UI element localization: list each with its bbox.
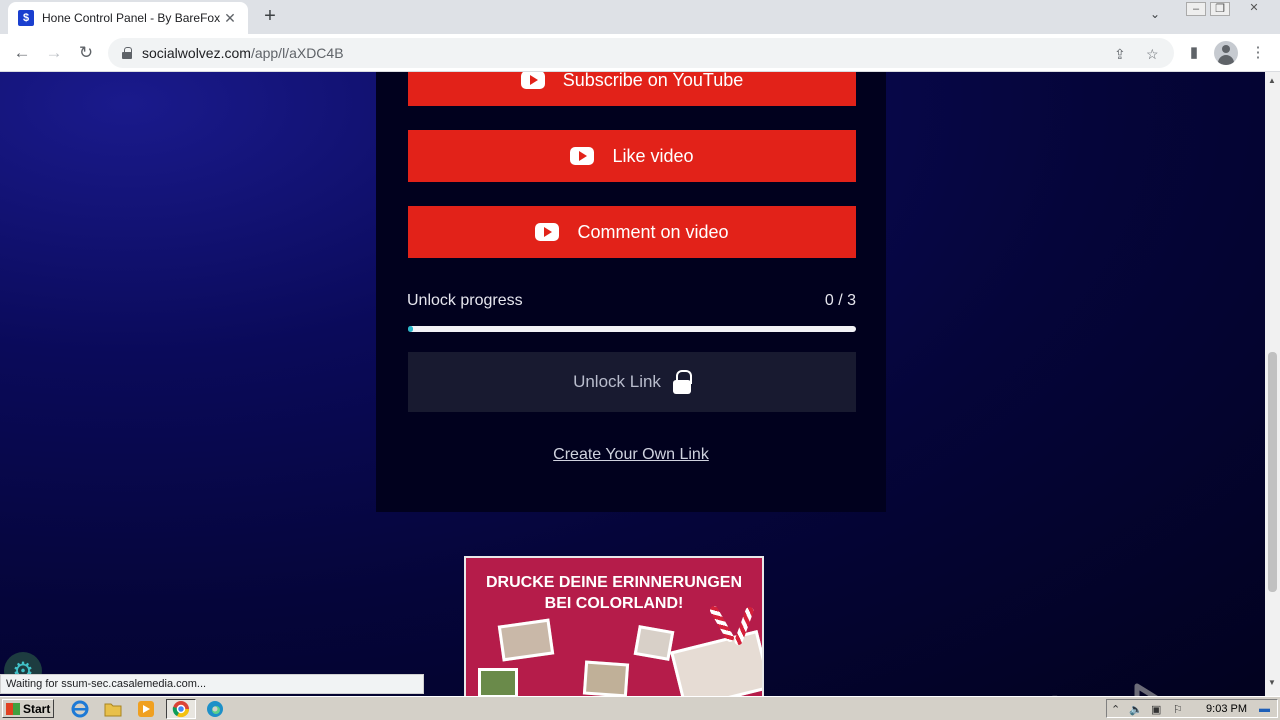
forward-arrow-icon[interactable]: →	[42, 41, 66, 65]
favicon-icon: $	[18, 10, 34, 26]
system-tray: ⌃ 🔈 ▣ ⚐ 9:03 PM ▬	[1106, 699, 1278, 718]
play-logo-icon	[1134, 683, 1159, 696]
youtube-icon	[570, 147, 595, 165]
unlock-label: Unlock Link	[573, 372, 661, 391]
flag-icon[interactable]: ⚐	[1173, 703, 1183, 716]
show-desktop-icon[interactable]: ▬	[1259, 703, 1270, 715]
browser-toolbar: ← → ↻ socialwolvez.com/app/l/aXDC4B ⇪ ☆ …	[0, 34, 1280, 72]
button-label: Like video	[612, 145, 694, 166]
progress-fill	[408, 326, 414, 332]
profile-avatar[interactable]	[1214, 41, 1238, 65]
progress-label: Unlock progress	[407, 292, 523, 309]
scroll-down-icon[interactable]: ▼	[1268, 678, 1276, 687]
star-icon[interactable]: ☆	[1146, 46, 1159, 63]
windows-logo-icon	[6, 702, 20, 715]
tab-title: Hone Control Panel - By BareFox	[42, 11, 221, 25]
media-player-icon[interactable]	[134, 699, 158, 719]
like-video-button[interactable]: Like video	[408, 130, 856, 182]
clock[interactable]: 9:03 PM	[1206, 703, 1247, 715]
edge-icon[interactable]	[203, 699, 227, 719]
chrome-icon[interactable]	[166, 699, 196, 719]
unlock-link-button[interactable]: Unlock Link	[408, 352, 856, 412]
ie-icon[interactable]	[68, 699, 92, 719]
address-bar[interactable]: socialwolvez.com/app/l/aXDC4B ⇪ ☆	[108, 38, 1174, 68]
ad-headline-line1: DRUCKE DEINE ERINNERUNGEN	[485, 574, 743, 591]
restore-button[interactable]: ❐	[1210, 2, 1230, 16]
reload-icon[interactable]: ↻	[74, 41, 98, 65]
ad-photo	[582, 660, 630, 696]
button-label: Comment on video	[577, 221, 729, 242]
watermark-right: RUN	[1187, 687, 1265, 696]
back-arrow-icon[interactable]: ←	[10, 41, 34, 65]
page-viewport: Subscribe on YouTube Like video Comment …	[0, 72, 1265, 696]
browser-tab-strip: $ Hone Control Panel - By BareFox ✕ + ⌄ …	[0, 0, 1280, 34]
advertisement-banner[interactable]: DRUCKE DEINE ERINNERUNGEN BEI COLORLAND!	[464, 556, 764, 696]
anyrun-watermark: ANY RUN	[1040, 682, 1265, 696]
scrollbar-thumb[interactable]	[1268, 352, 1277, 592]
side-panel-icon[interactable]: ▮	[1184, 43, 1204, 63]
ad-photo	[497, 618, 555, 662]
comment-video-button[interactable]: Comment on video	[408, 206, 856, 258]
folder-icon[interactable]	[101, 699, 125, 719]
page-scrollbar[interactable]: ▲ ▼	[1265, 72, 1280, 696]
padlock-icon	[672, 370, 692, 394]
ad-photo	[633, 625, 675, 661]
button-label: Subscribe on YouTube	[562, 72, 744, 90]
watermark-left: ANY	[1040, 687, 1128, 696]
new-tab-button[interactable]: +	[258, 5, 282, 29]
browser-tab[interactable]: $ Hone Control Panel - By BareFox ✕	[8, 2, 248, 34]
close-icon[interactable]: ✕	[222, 10, 238, 27]
create-own-link[interactable]: Create Your Own Link	[376, 446, 886, 464]
unlock-card: Subscribe on YouTube Like video Comment …	[376, 72, 886, 512]
ad-photo	[478, 668, 518, 696]
start-button[interactable]: Start	[2, 699, 54, 718]
url-text: socialwolvez.com/app/l/aXDC4B	[142, 45, 344, 61]
share-icon[interactable]: ⇪	[1114, 46, 1126, 63]
youtube-icon	[520, 72, 545, 89]
scroll-up-icon[interactable]: ▲	[1268, 76, 1276, 85]
status-bar: Waiting for ssum-sec.casalemedia.com...	[0, 674, 424, 694]
ad-photo	[670, 630, 762, 696]
taskbar: Start ⌃ 🔈 ▣ ⚐ 9:03 PM ▬	[0, 696, 1280, 720]
volume-icon[interactable]: 🔈	[1129, 703, 1143, 716]
create-link-text[interactable]: Create Your Own Link	[553, 446, 709, 463]
menu-dots-icon[interactable]: ⋮	[1248, 43, 1268, 63]
network-icon[interactable]: ▣	[1151, 703, 1161, 716]
chevron-down-icon[interactable]: ⌄	[1150, 7, 1160, 21]
subscribe-youtube-button[interactable]: Subscribe on YouTube	[408, 72, 856, 106]
lock-icon[interactable]	[122, 47, 132, 59]
progress-bar	[408, 326, 856, 332]
minimize-button[interactable]: –	[1186, 2, 1206, 16]
progress-count: 0 / 3	[824, 292, 856, 309]
tray-expand-icon[interactable]: ⌃	[1111, 703, 1120, 716]
window-close-button[interactable]: ✕	[1244, 2, 1264, 16]
start-label: Start	[23, 701, 51, 716]
youtube-icon	[535, 223, 560, 241]
